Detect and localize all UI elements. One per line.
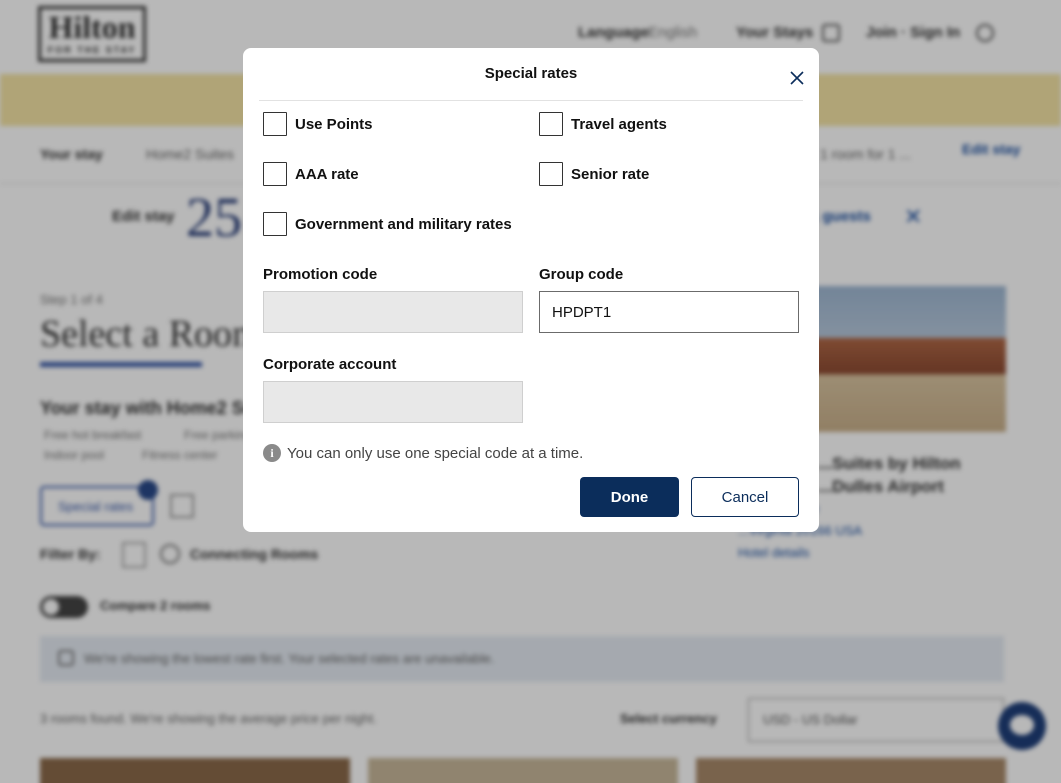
use-points-checkbox[interactable] (263, 112, 287, 136)
corporate-account-label: Corporate account (263, 356, 397, 373)
promotion-code-label: Promotion code (263, 266, 378, 283)
aaa-rate-checkbox[interactable] (263, 162, 287, 186)
aaa-rate-label: AAA rate (295, 165, 359, 183)
group-code-input[interactable] (539, 291, 799, 333)
senior-rate-option[interactable]: Senior rate (539, 162, 649, 186)
travel-agents-checkbox[interactable] (539, 112, 563, 136)
government-military-option[interactable]: Government and military rates (263, 212, 512, 236)
divider (259, 100, 803, 101)
single-code-note: i You can only use one special code at a… (263, 444, 583, 462)
use-points-option[interactable]: Use Points (263, 112, 373, 136)
senior-rate-label: Senior rate (571, 165, 650, 183)
government-military-checkbox[interactable] (263, 212, 287, 236)
corporate-account-input[interactable] (263, 381, 523, 423)
note-text: You can only use one special code at a t… (287, 444, 584, 462)
modal-title: Special rates (484, 65, 578, 82)
cancel-button[interactable]: Cancel (691, 477, 799, 517)
close-button[interactable] (785, 66, 809, 90)
travel-agents-label: Travel agents (571, 115, 667, 133)
done-button[interactable]: Done (580, 477, 679, 517)
close-icon (790, 71, 804, 85)
travel-agents-option[interactable]: Travel agents (539, 112, 667, 136)
promotion-code-input[interactable] (263, 291, 523, 333)
use-points-label: Use Points (295, 115, 373, 133)
special-rates-modal: Special rates Use Points Travel agents A… (243, 48, 819, 532)
senior-rate-checkbox[interactable] (539, 162, 563, 186)
aaa-rate-option[interactable]: AAA rate (263, 162, 359, 186)
government-military-label: Government and military rates (295, 215, 512, 233)
group-code-label: Group code (539, 266, 624, 283)
info-icon: i (263, 444, 281, 462)
